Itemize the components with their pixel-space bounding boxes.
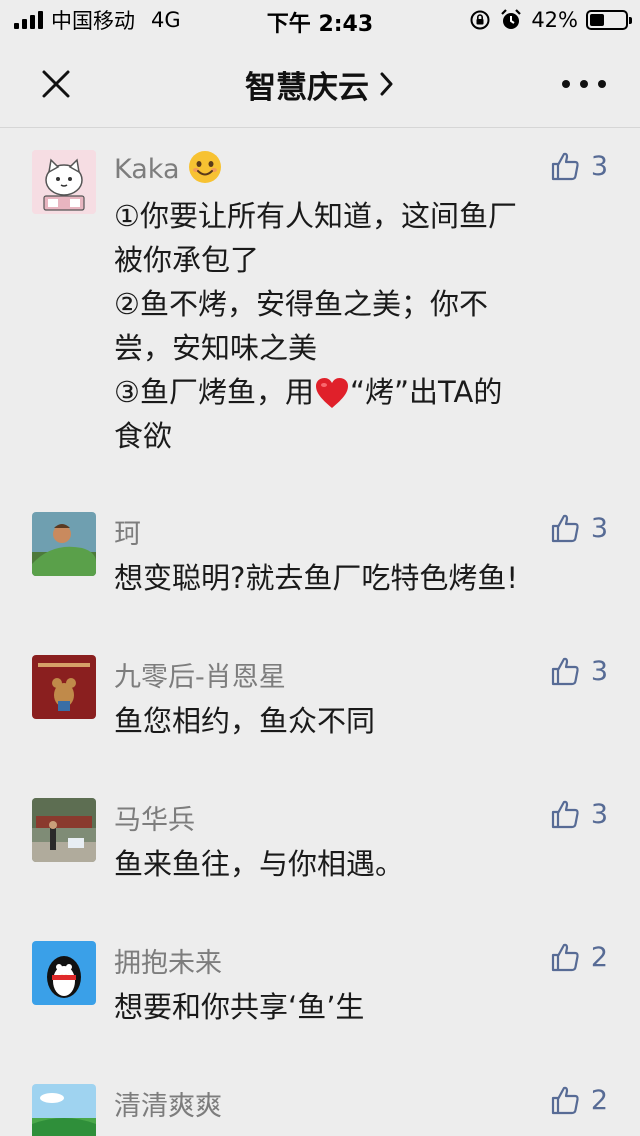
penguin-image xyxy=(32,941,96,1005)
comment-line: 尝，安知味之美 xyxy=(114,331,318,365)
comment-line: 被你承包了 xyxy=(114,243,260,277)
more-dot xyxy=(598,80,606,88)
author-name[interactable]: 珂 xyxy=(114,512,141,551)
chevron-right-icon xyxy=(380,72,393,96)
dinosaur-boy-avatar[interactable] xyxy=(32,512,96,576)
comment-line: ③鱼厂烤鱼，用 “烤”出TA的 xyxy=(114,370,594,414)
like-count: 3 xyxy=(590,150,608,182)
like-count: 3 xyxy=(590,655,608,687)
thumbs-up-icon xyxy=(551,152,579,181)
comment-list[interactable]: Kaka 3 ①你要让所有人知道，这间鱼厂 被你承包了 ②鱼不烤，安得鱼之美；你… xyxy=(0,128,640,1136)
battery-icon xyxy=(586,10,632,30)
comment-text: ①你要让所有人知道，这间鱼厂 被你承包了 ②鱼不烤，安得鱼之美；你不 尝，安知味… xyxy=(114,194,594,458)
author-name[interactable]: 清清爽爽 xyxy=(114,1084,222,1123)
orientation-lock-icon xyxy=(470,10,490,30)
alarm-clock-icon xyxy=(501,9,522,29)
battery-percent: 42% xyxy=(531,8,578,32)
author-name: Kaka xyxy=(114,154,180,185)
nav-title[interactable]: 智慧庆云 xyxy=(0,40,640,128)
comment-line-part: “烤”出TA的 xyxy=(350,375,503,409)
like-button[interactable]: 3 xyxy=(549,150,608,182)
more-dot xyxy=(562,80,570,88)
cartoon-cat-image xyxy=(32,150,96,214)
battery-level-fill xyxy=(590,14,605,26)
red-heart-emoji-icon xyxy=(316,378,348,408)
comment-text: 鱼您相约，鱼众不同 xyxy=(114,704,376,738)
thumbs-up-icon xyxy=(551,1086,579,1115)
landscape-image xyxy=(32,1084,96,1136)
comment-line-part: ③鱼厂烤鱼，用 xyxy=(114,375,314,409)
author-name[interactable]: 拥抱未来 xyxy=(114,941,222,980)
comment-line: 食欲 xyxy=(114,419,173,453)
nav-bar: 智慧庆云 xyxy=(0,40,640,128)
smiling-face-emoji-icon xyxy=(189,151,222,183)
more-options-button[interactable] xyxy=(562,70,606,98)
mouse-card-image xyxy=(32,655,96,719)
dinosaur-boy-image xyxy=(32,512,96,576)
comment-text: 想变聪明?就去鱼厂吃特色烤鱼! xyxy=(114,561,519,595)
author-name[interactable]: 马华兵 xyxy=(114,798,195,837)
comment-line: ②鱼不烤，安得鱼之美；你不 xyxy=(114,287,488,321)
author-name[interactable]: 九零后-肖恩星 xyxy=(114,655,286,694)
like-button[interactable]: 2 xyxy=(549,1084,608,1116)
comment-text: 想要和你共享‘鱼’生 xyxy=(114,990,365,1024)
comment-text: 鱼来鱼往，与你相遇。 xyxy=(114,847,405,881)
thumbs-up-icon xyxy=(551,943,579,972)
thumbs-up-icon xyxy=(551,800,579,829)
landscape-avatar[interactable] xyxy=(32,1084,96,1136)
comment-line: ①你要让所有人知道，这间鱼厂 xyxy=(114,199,517,233)
status-right: 42% xyxy=(469,6,632,34)
cartoon-cat-avatar[interactable] xyxy=(32,150,96,214)
outdoor-photo-image xyxy=(32,798,96,862)
page-title: 智慧庆云 xyxy=(245,69,369,106)
like-button[interactable]: 3 xyxy=(549,512,608,544)
status-bar: 中国移动 4G 下午 2:43 42% xyxy=(0,0,640,40)
like-count: 2 xyxy=(590,1084,608,1116)
comment-author[interactable]: Kaka xyxy=(114,150,222,185)
like-button[interactable]: 3 xyxy=(549,655,608,687)
penguin-avatar[interactable] xyxy=(32,941,96,1005)
like-button[interactable]: 3 xyxy=(549,798,608,830)
outdoor-photo-avatar[interactable] xyxy=(32,798,96,862)
like-count: 3 xyxy=(590,798,608,830)
more-dot xyxy=(580,80,588,88)
like-count: 2 xyxy=(590,941,608,973)
like-button[interactable]: 2 xyxy=(549,941,608,973)
thumbs-up-icon xyxy=(551,514,579,543)
thumbs-up-icon xyxy=(551,657,579,686)
like-count: 3 xyxy=(590,512,608,544)
mouse-card-avatar[interactable] xyxy=(32,655,96,719)
